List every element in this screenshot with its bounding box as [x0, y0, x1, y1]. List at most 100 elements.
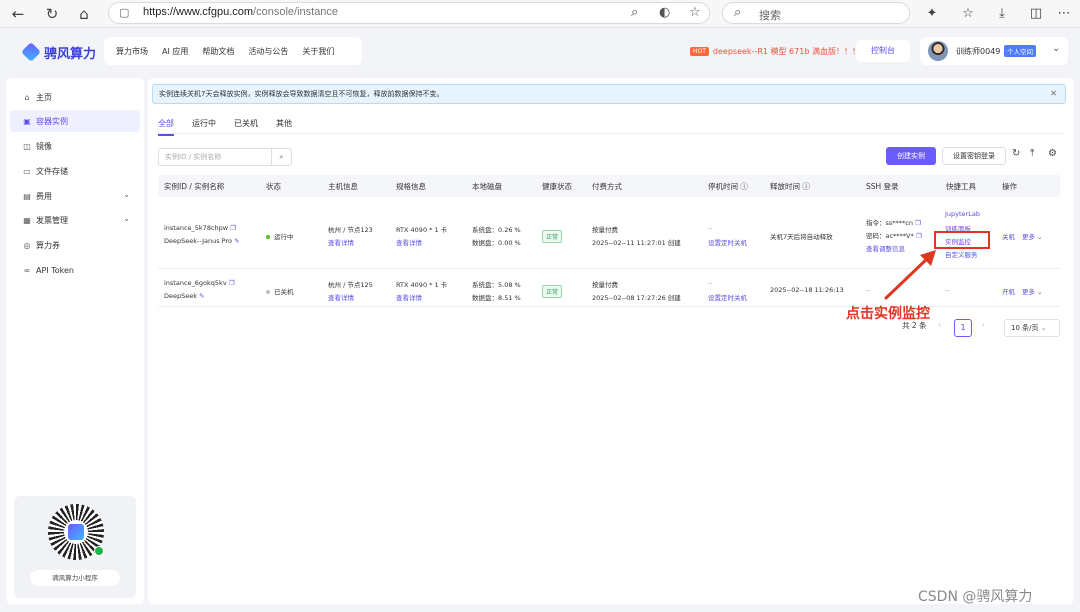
page-size-select[interactable]: 10 条/页 ⌄: [1004, 319, 1060, 337]
instance-id: instance_6gokq5kv ❐: [164, 279, 235, 287]
schedule-shutdown-link[interactable]: 设置定时关机: [708, 237, 747, 247]
tools-empty: --: [945, 286, 950, 294]
console-button[interactable]: 控制台: [856, 40, 910, 62]
col-host: 主机信息: [328, 182, 358, 191]
start-button[interactable]: 开机: [1002, 286, 1015, 296]
sidebar-item-coupon[interactable]: ◎ 算力券: [10, 234, 140, 256]
watermark: CSDN @骋风算力: [918, 589, 1033, 605]
col-spec: 规格信息: [396, 182, 426, 191]
sidebar-item-invoice[interactable]: ▦ 发票管理 ⌄: [10, 209, 140, 231]
favorites-icon[interactable]: ☆: [958, 4, 978, 24]
col-status: 状态: [266, 182, 281, 191]
release-time: 2025--02--18 11:26:13: [770, 286, 844, 294]
copy-icon[interactable]: ❐: [916, 232, 922, 240]
spec-info: RTX 4090 * 1 卡: [396, 281, 448, 289]
jupyterlab-link[interactable]: JupyterLab: [945, 210, 980, 218]
edit-icon[interactable]: ✎: [199, 292, 204, 300]
created-time: 2025--02--11 11:27:01 创建: [592, 239, 681, 247]
sidebar-item-storage[interactable]: ▭ 文件存储: [10, 160, 140, 182]
created-time: 2025--02--08 17:27:26 创建: [592, 294, 681, 302]
col-stop-time: 停机时间 ⓘ: [708, 182, 748, 191]
ssh-key-button[interactable]: 设置密钥登录: [942, 147, 1006, 165]
top-nav: 算力市场 AI 应用 帮助文档 活动与公告 关于我们: [104, 37, 362, 65]
schedule-shutdown-link[interactable]: 设置定时关机: [708, 292, 747, 302]
back-icon[interactable]: ←: [8, 4, 28, 24]
prev-page-icon[interactable]: ‹: [938, 320, 941, 329]
stop-time: --: [708, 279, 713, 287]
search-placeholder: 实例ID / 实例名称: [165, 153, 222, 161]
nav-ai[interactable]: AI 应用: [162, 46, 188, 57]
sidebar-item-label: 文件存储: [36, 166, 68, 176]
instance-name: DeepSeek ✎: [164, 292, 205, 300]
invoice-icon: ▦: [23, 215, 31, 225]
copy-icon[interactable]: ❐: [915, 219, 921, 227]
favorite-icon[interactable]: ☆: [689, 5, 701, 20]
spec-detail-link[interactable]: 查看详情: [396, 292, 422, 302]
search-placeholder: 搜索: [759, 9, 781, 22]
download-icon[interactable]: ⤓: [992, 4, 1012, 24]
payment-type: 按量付费: [592, 226, 618, 234]
create-instance-button[interactable]: 创建实例: [886, 147, 936, 165]
nav-events[interactable]: 活动与公告: [248, 46, 288, 57]
qr-code: [48, 504, 104, 560]
puzzle-icon[interactable]: ✦: [922, 4, 942, 24]
export-icon[interactable]: ⤒: [1030, 148, 1034, 159]
billing-icon: ▤: [23, 191, 31, 201]
close-icon[interactable]: ✕: [1050, 85, 1057, 103]
release-time: 关机7天后将自动释放: [770, 233, 833, 241]
col-payment: 付费方式: [592, 182, 622, 191]
instance-search-input[interactable]: 实例ID / 实例名称 ⌕: [158, 148, 292, 166]
extension-icon[interactable]: ◐: [659, 5, 670, 20]
lock-icon: ▢: [119, 6, 130, 19]
browser-search[interactable]: ⌕ 搜索: [722, 2, 910, 24]
wechat-icon: [94, 546, 104, 556]
sidebar-item-instances[interactable]: ▣ 容器实例: [10, 110, 140, 132]
host-info: 杭州 / 节点123: [328, 226, 373, 234]
shutdown-button[interactable]: 关机: [1002, 231, 1015, 241]
host-detail-link[interactable]: 查看详情: [328, 237, 354, 247]
menu-icon[interactable]: ⋯: [1054, 4, 1074, 24]
nav-about[interactable]: 关于我们: [302, 46, 334, 57]
sidebar-item-images[interactable]: ◫ 镜像: [10, 135, 140, 157]
zoom-icon[interactable]: ⌕: [631, 5, 638, 20]
home-icon[interactable]: ⌂: [74, 4, 94, 24]
reload-icon[interactable]: ↻: [42, 4, 62, 24]
screenshot-icon[interactable]: ◫: [1026, 4, 1046, 24]
stop-time: --: [708, 224, 713, 232]
ssh-info: --: [866, 286, 871, 294]
promo-banner[interactable]: HOT deepseek--R1 模型 671b 满血版！！！: [690, 46, 860, 57]
custom-service-link[interactable]: 自定义服务: [945, 249, 978, 259]
folder-icon: ▭: [23, 166, 31, 176]
data-disk: 数据盘：8.51 %: [472, 294, 521, 302]
settings-icon[interactable]: ⚙: [1048, 148, 1057, 159]
col-ssh: SSH 登录: [866, 182, 899, 191]
sidebar-item-api-token[interactable]: ∞ API Token: [10, 259, 140, 281]
refresh-icon[interactable]: ↻: [1012, 148, 1020, 159]
col-release-time: 释放时间 ⓘ: [770, 182, 810, 191]
address-bar[interactable]: ▢ https://www.cfgpu.com/console/instance…: [108, 2, 710, 24]
sidebar-item-label: 费用: [36, 191, 52, 201]
user-menu[interactable]: 训练师0049 个人空间 ⌄: [920, 37, 1068, 65]
next-page-icon[interactable]: ›: [982, 320, 985, 329]
edit-icon[interactable]: ✎: [234, 237, 239, 245]
col-tools: 快捷工具: [946, 182, 976, 191]
tabs-divider: [158, 133, 1064, 134]
sidebar-item-home[interactable]: ⌂ 主页: [10, 86, 140, 108]
logo[interactable]: 骋风算力: [21, 41, 96, 63]
search-icon[interactable]: ⌕: [271, 149, 291, 165]
logo-icon: [21, 42, 41, 62]
more-dropdown[interactable]: 更多 ⌄: [1022, 286, 1043, 296]
copy-icon[interactable]: ❐: [229, 279, 235, 287]
host-detail-link[interactable]: 查看详情: [328, 292, 354, 302]
copy-icon[interactable]: ❐: [230, 224, 236, 232]
page-number[interactable]: 1: [954, 319, 972, 337]
sidebar-item-billing[interactable]: ▤ 费用 ⌄: [10, 185, 140, 207]
spec-detail-link[interactable]: 查看详情: [396, 237, 422, 247]
nav-docs[interactable]: 帮助文档: [202, 46, 234, 57]
monitor-highlight-box: [934, 231, 990, 249]
nav-market[interactable]: 算力市场: [116, 46, 148, 57]
sidebar-item-label: 镜像: [36, 141, 52, 151]
more-dropdown[interactable]: 更多 ⌄: [1022, 231, 1043, 241]
app-header: 骋风算力 算力市场 AI 应用 帮助文档 活动与公告 关于我们 HOT deep…: [0, 29, 1080, 75]
logo-icon: [68, 524, 84, 540]
